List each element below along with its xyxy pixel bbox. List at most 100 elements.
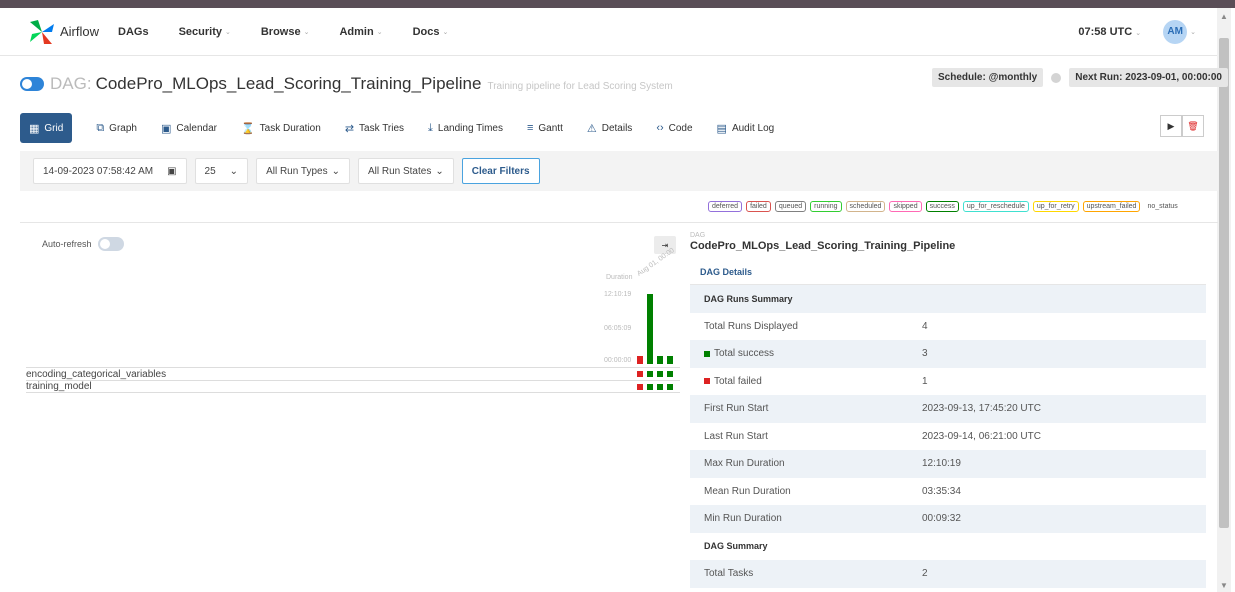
graph-icon: ⧉ [96,121,105,134]
legend-item-up_for_retry[interactable]: up_for_retry [1032,201,1079,212]
legend-item-deferred[interactable]: deferred [708,201,743,212]
nav-admin[interactable]: Admin ⌄ [339,26,382,38]
base-date-input[interactable]: 14-09-2023 07:58:42 AM ▣ [33,158,187,184]
run-states-select[interactable]: All Run States ⌄ [357,158,454,184]
tick-label: 00:00:00 [604,357,632,364]
details-key: DAG Summary [690,541,922,551]
scroll-thumb[interactable] [1219,38,1229,528]
details-key: First Run Start [690,403,922,414]
tab-task-duration[interactable]: ⌛ Task Duration [241,113,321,143]
task-instance-square[interactable] [667,371,673,377]
dag-run-bar[interactable] [647,294,653,364]
pinwheel-icon [30,19,54,44]
legend-item-up_for_reschedule[interactable]: up_for_reschedule [962,201,1029,212]
legend-item-skipped[interactable]: skipped [889,201,922,212]
task-name[interactable]: encoding_categorical_variables [26,369,166,380]
legend-item-queued[interactable]: queued [774,201,807,212]
legend-item-scheduled[interactable]: scheduled [845,201,886,212]
task-instance-square[interactable] [667,384,673,390]
tab-details[interactable]: ⚠ Details [587,113,632,143]
chevron-down-icon: ⌄ [1135,29,1142,37]
nav-dags[interactable]: DAGs [118,26,149,38]
delete-dag-button[interactable]: 🗑 [1182,115,1204,137]
details-section-header: DAG Summary [690,533,1206,561]
status-square-icon [704,350,710,357]
task-name[interactable]: training_model [26,381,92,392]
tab-calendar[interactable]: ▣ Calendar [161,113,217,143]
legend-item-running[interactable]: running [810,201,842,212]
tab-label: Landing Times [437,122,503,134]
details-value: 2023-09-13, 17:45:20 UTC [922,403,1041,415]
run-types-select[interactable]: All Run Types ⌄ [256,158,350,184]
task-instance-square[interactable] [657,384,663,390]
nav-browse[interactable]: Browse ⌄ [261,26,310,38]
landing-icon: ⤓ [428,121,433,134]
details-key: Total failed [690,376,922,387]
tab-grid[interactable]: ▦ Grid [20,113,73,143]
clock-label: 07:58 UTC [1078,25,1133,38]
task-instance-square[interactable] [637,384,643,390]
tab-code[interactable]: ‹› Code [656,113,692,143]
info-icon[interactable] [1051,72,1062,83]
auto-refresh-toggle[interactable] [97,237,124,251]
task-instance-square[interactable] [637,371,643,377]
details-value: 2 [922,568,928,580]
details-key-label: DAG Summary [704,541,768,552]
auto-refresh: Auto-refresh [42,237,124,251]
calendar-icon: ▣ [160,122,172,135]
nav-docs[interactable]: Docs ⌄ [413,26,449,38]
page-title: CodePro_MLOps_Lead_Scoring_Training_Pipe… [95,74,482,93]
clear-filters-button[interactable]: Clear Filters [461,158,540,184]
task-instance-square[interactable] [647,371,653,377]
tab-audit-log[interactable]: ▤ Audit Log [717,113,775,143]
nav-security[interactable]: Security ⌄ [179,26,231,38]
legend-item-upstream_failed[interactable]: upstream_failed [1082,201,1141,212]
dag-run-bar[interactable] [667,355,673,364]
details-row: Total success 3 [690,340,1206,368]
details-value: 4 [922,320,928,332]
tab-label: Details [601,122,633,134]
tab-label: Grid [44,122,64,134]
tab-task-tries[interactable]: ⇄ Task Tries [345,113,404,143]
dag-tabs: ▦ Grid ⧉ Graph ▣ Calendar ⌛ Task Duration ⇄ Task … [20,113,798,143]
nav-label: Security [178,25,222,38]
num-runs-select[interactable]: 25 ⌄ [194,158,249,184]
tab-label: Graph [109,122,137,134]
collapse-icon: ⇥ [661,240,669,250]
airflow-logo[interactable]: Airflow [28,18,118,46]
details-value: 3 [922,348,928,360]
tab-gantt[interactable]: ≡ Gantt [527,113,563,143]
task-instance-square[interactable] [657,371,663,377]
dag-run-bar[interactable] [657,356,663,364]
task-row[interactable]: encoding_categorical_variables [26,367,680,380]
details-section-header: DAG Runs Summary [690,285,1206,313]
audit-icon: ▤ [716,122,727,135]
dag-run-bar[interactable] [637,355,643,364]
tab-landing-times[interactable]: ⤓ Landing Times [428,113,503,143]
dag-prefix: DAG: [50,74,92,93]
details-key-label: Total Tasks [704,568,754,580]
dag-pause-toggle[interactable] [20,77,44,91]
nav-label: Admin [339,25,374,38]
trash-icon: 🗑 [1187,120,1199,131]
dag-details-link[interactable]: DAG Details [700,267,1206,277]
task-row[interactable]: training_model [26,380,680,393]
details-value: 1 [922,375,928,387]
gantt-icon: ≡ [526,122,534,134]
details-key-label: Mean Run Duration [704,485,791,497]
tab-graph[interactable]: ⧉ Graph [96,113,137,143]
avatar[interactable]: AM [1163,19,1188,44]
page-scrollbar[interactable]: ▲ ▼ [1217,8,1231,592]
scroll-up-icon[interactable]: ▲ [1220,12,1228,21]
details-value: 12:10:19 [922,458,961,470]
legend-item-no_status[interactable]: no_status [1144,202,1180,211]
chevron-down-icon: ⌄ [442,28,449,36]
clock-menu[interactable]: 07:58 UTC ⌄ [1078,26,1141,38]
trigger-dag-button[interactable]: ▶ [1160,115,1182,137]
legend-item-success[interactable]: success [925,201,959,212]
task-instance-square[interactable] [647,384,653,390]
code-icon: ‹› [656,122,664,134]
scroll-down-icon[interactable]: ▼ [1220,581,1228,590]
nav-label: Browse [260,25,301,38]
legend-item-failed[interactable]: failed [746,201,771,212]
